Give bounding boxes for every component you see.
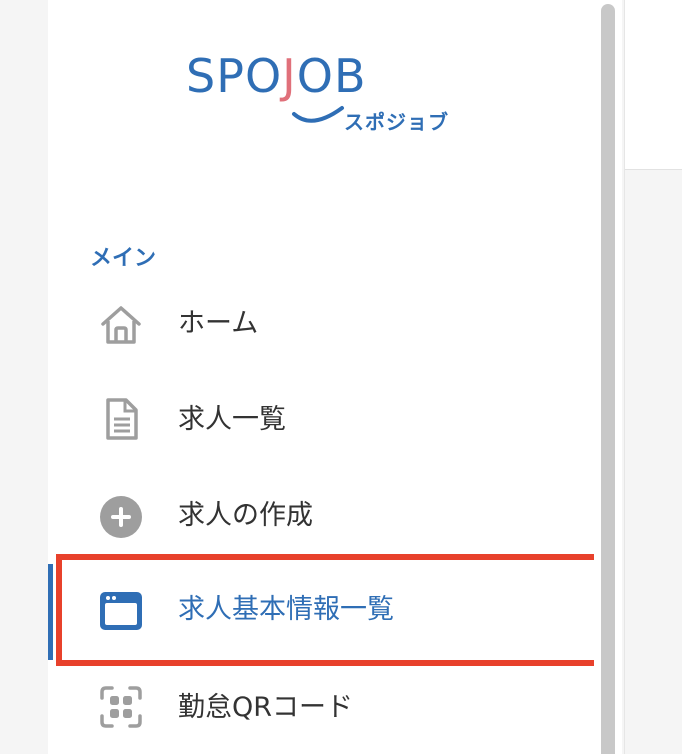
section-title-main: メイン (90, 246, 157, 271)
sidebar-item-home[interactable]: ホーム (48, 284, 594, 364)
header-area (625, 0, 682, 170)
sidebar-item-job-list[interactable]: 求人一覧 (48, 380, 594, 460)
scrollbar-thumb[interactable] (601, 4, 615, 754)
sidebar-item-label: 求人の作成 (178, 500, 313, 531)
sidebar-item-attendance-qr[interactable]: 勤怠QRコード (48, 668, 594, 748)
main-content-edge (624, 0, 682, 754)
plus-circle-icon (100, 496, 142, 538)
sidebar-item-label: 勤怠QRコード (178, 692, 354, 723)
qr-code-icon (100, 686, 142, 728)
logo-swoosh-icon (292, 106, 344, 123)
document-icon (106, 398, 138, 440)
active-indicator (48, 564, 53, 660)
highlight-box (56, 554, 600, 666)
logo-kana: スポジョブ (344, 110, 449, 134)
left-gutter (0, 0, 48, 754)
logo-wordmark: SPOJOB (186, 49, 367, 103)
sidebar-item-create-job[interactable]: 求人の作成 (48, 476, 594, 556)
spojob-logo[interactable]: SPOJOB スポジョブ (186, 48, 466, 138)
sidebar-item-label: 求人一覧 (178, 404, 286, 435)
sidebar-item-label: ホーム (178, 308, 259, 339)
home-icon (101, 306, 141, 344)
